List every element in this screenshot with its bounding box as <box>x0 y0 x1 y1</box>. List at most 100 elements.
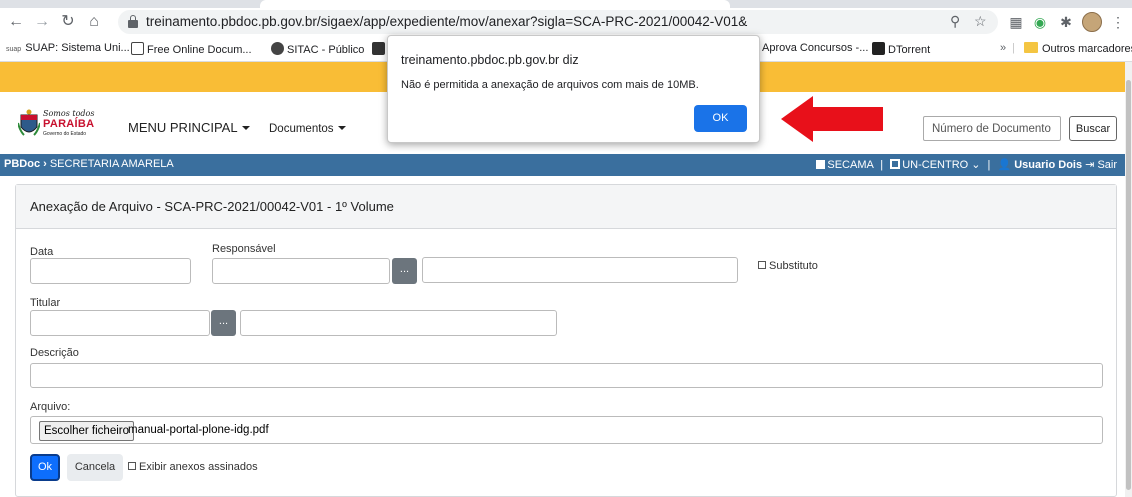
data-label: Data <box>30 246 54 258</box>
dialog-title: treinamento.pbdoc.pb.gov.br diz <box>401 53 579 67</box>
dialog-ok-button[interactable]: OK <box>694 105 747 132</box>
dialog-message: Não é permitida a anexação de arquivos c… <box>401 79 699 91</box>
responsavel-lookup-button[interactable]: ... <box>392 258 417 284</box>
breadcrumb: PBDoc › SECRETARIA AMARELA <box>4 158 174 170</box>
descricao-label: Descrição <box>30 347 79 359</box>
torrent-icon <box>872 42 885 55</box>
bookmark-sitac[interactable]: SITAC - Público <box>271 42 364 56</box>
back-arrow-icon[interactable]: ← <box>6 12 26 32</box>
page-title: Anexação de Arquivo - SCA-PRC-2021/00042… <box>30 199 394 214</box>
puzzle-icon[interactable]: ✱ <box>1056 12 1076 32</box>
profile-avatar[interactable] <box>1082 12 1102 32</box>
more-bookmarks-chevron[interactable]: » <box>1000 42 1006 54</box>
checkbox-icon[interactable] <box>758 261 766 269</box>
apps-grid-icon[interactable]: ▦ <box>1006 12 1026 32</box>
titular-label: Titular <box>30 297 61 309</box>
logo-government: Governo do Estado <box>43 131 87 137</box>
breadcrumb-separator-icon: › <box>40 158 50 170</box>
scrollbar-thumb[interactable] <box>1126 80 1131 490</box>
documentos-label: Documentos <box>269 123 334 135</box>
titular-lookup-button[interactable]: ... <box>211 310 236 336</box>
bookmark-generic[interactable] <box>372 42 388 56</box>
folder-icon <box>1024 42 1038 53</box>
other-bookmarks[interactable]: Outros marcadores <box>1024 42 1132 55</box>
bookmark-label: SITAC - Público <box>287 44 365 56</box>
arquivo-label: Arquivo: <box>30 401 71 413</box>
bookmark-dtorrent[interactable]: DTorrent <box>872 42 930 56</box>
user-name[interactable]: Usuario Dois <box>1014 159 1082 171</box>
suap-icon: suap <box>6 46 22 53</box>
descricao-field[interactable] <box>30 363 1103 388</box>
substituto-label: Substituto <box>769 260 818 272</box>
menu-principal-label: MENU PRINCIPAL <box>128 120 238 135</box>
bookmark-free-online[interactable]: Free Online Docum... <box>131 42 252 56</box>
star-icon[interactable]: ☆ <box>974 13 987 30</box>
browser-toolbar: ← → ↻ ⌂ treinamento.pbdoc.pb.gov.br/siga… <box>0 8 1132 36</box>
extension-shield-icon[interactable]: ◉ <box>1030 12 1050 32</box>
titular-code-field[interactable] <box>30 310 210 336</box>
data-field[interactable] <box>30 258 191 284</box>
caret-down-icon <box>337 126 346 130</box>
active-tab[interactable] <box>260 0 730 8</box>
org-link[interactable]: SECAMA <box>827 159 873 171</box>
attachment-panel: Anexação de Arquivo - SCA-PRC-2021/00042… <box>15 184 1117 497</box>
user-context: SECAMA | UN-CENTRO ⌄ | 👤 Usuario Dois ⇥ … <box>816 158 1117 171</box>
checkbox-icon[interactable] <box>128 462 136 470</box>
browser-tab-strip <box>0 0 1132 8</box>
exibir-anexos-label: Exibir anexos assinados <box>139 461 258 473</box>
bookmark-aprova[interactable]: Aprova Concursos -... <box>762 42 868 54</box>
zoom-icon[interactable]: ⚲ <box>950 13 960 30</box>
divider: | <box>880 159 884 171</box>
responsavel-code-field[interactable] <box>212 258 390 284</box>
user-icon: 👤 <box>997 159 1012 171</box>
alert-dialog: treinamento.pbdoc.pb.gov.br diz Não é pe… <box>387 35 760 143</box>
titular-name-field[interactable] <box>240 310 557 336</box>
bookmark-label: Aprova Concursos -... <box>762 42 869 54</box>
coat-of-arms-icon <box>18 109 40 136</box>
bookmarks-divider: | <box>1012 42 1015 54</box>
lock-icon <box>128 15 138 28</box>
bookmark-icon <box>372 42 385 55</box>
documentos-dropdown[interactable]: Documentos <box>269 123 346 135</box>
panel-header: Anexação de Arquivo - SCA-PRC-2021/00042… <box>16 185 1116 229</box>
logo-state-name: PARAÍBA <box>43 118 95 130</box>
search-button[interactable]: Buscar <box>1069 116 1117 141</box>
file-input[interactable]: Escolher ficheiro manual-portal-plone-id… <box>30 416 1103 444</box>
bookmark-suap[interactable]: suap SUAP: Sistema Uni... <box>6 42 130 54</box>
divider: | <box>987 159 991 171</box>
reload-icon[interactable]: ↻ <box>58 12 78 32</box>
bookmark-label: DTorrent <box>888 44 931 56</box>
bookmark-label: SUAP: Sistema Uni... <box>25 42 130 54</box>
forward-arrow-icon[interactable]: → <box>32 12 52 32</box>
unit-dropdown[interactable]: UN-CENTRO <box>902 159 968 171</box>
building-icon <box>816 160 826 169</box>
substituto-checkbox[interactable]: Substituto <box>758 260 818 272</box>
bookmark-label: Outros marcadores <box>1042 43 1132 55</box>
breadcrumb-location: SECRETARIA AMARELA <box>49 158 174 170</box>
logout-link[interactable]: Sair <box>1097 159 1117 171</box>
document-number-input[interactable] <box>923 116 1061 141</box>
unit-icon <box>890 159 901 169</box>
home-icon[interactable]: ⌂ <box>84 12 104 32</box>
chevron-down-icon[interactable]: ⌄ <box>968 159 980 171</box>
breadcrumb-home[interactable]: PBDoc <box>4 158 40 170</box>
paraiba-logo[interactable]: Somos todos PARAÍBA Governo do Estado <box>18 109 94 143</box>
kebab-menu-icon[interactable]: ⋮ <box>1108 12 1128 32</box>
globe-icon <box>271 42 284 55</box>
file-name: manual-portal-plone-idg.pdf <box>128 424 269 436</box>
address-url[interactable]: treinamento.pbdoc.pb.gov.br/sigaex/app/e… <box>146 14 747 29</box>
document-icon <box>131 42 144 55</box>
responsavel-label: Responsável <box>212 243 276 255</box>
choose-file-button[interactable]: Escolher ficheiro <box>39 421 135 441</box>
responsavel-name-field[interactable] <box>422 257 738 283</box>
logout-icon[interactable]: ⇥ <box>1085 159 1097 171</box>
ok-button[interactable]: Ok <box>30 454 60 481</box>
bookmark-label: Free Online Docum... <box>147 44 252 56</box>
menu-principal-dropdown[interactable]: MENU PRINCIPAL <box>128 120 250 135</box>
logo-tagline: Somos todos <box>43 109 95 118</box>
cancel-button[interactable]: Cancela <box>67 454 123 481</box>
red-arrow-icon <box>781 96 883 142</box>
exibir-anexos-checkbox[interactable]: Exibir anexos assinados <box>128 461 258 473</box>
page-scrollbar[interactable] <box>1125 62 1132 497</box>
address-bar[interactable]: treinamento.pbdoc.pb.gov.br/sigaex/app/e… <box>118 10 998 34</box>
